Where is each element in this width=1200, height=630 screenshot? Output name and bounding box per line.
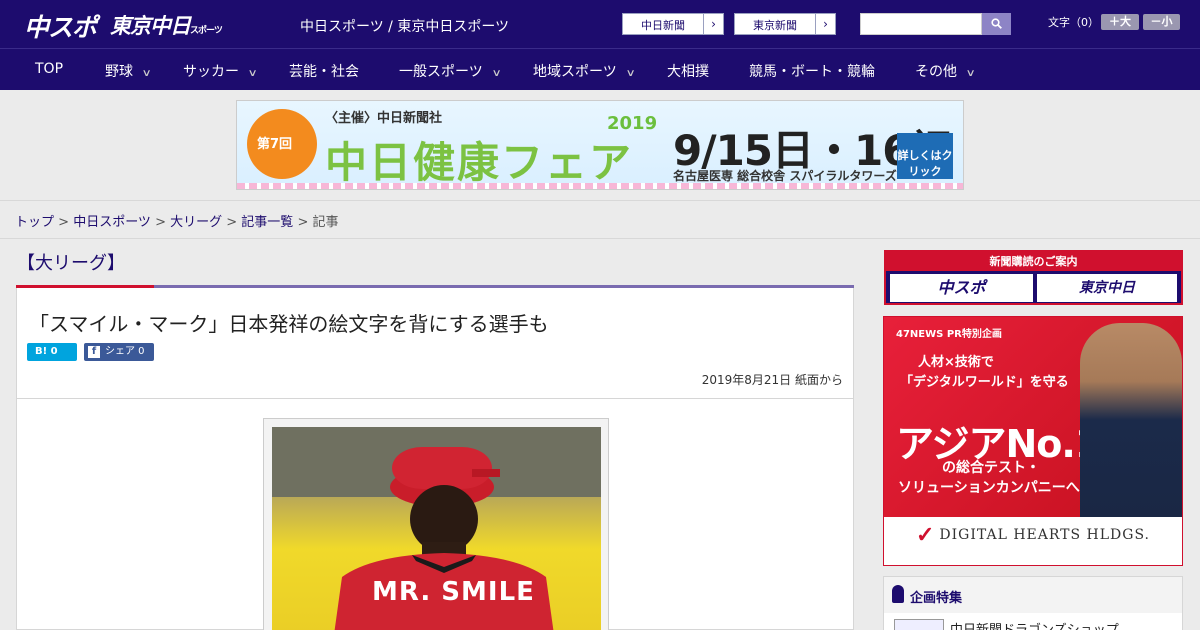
chunichi-shimbun-label: 中日新聞 (641, 19, 685, 32)
font-size-increase-button[interactable]: ＋大 (1101, 14, 1139, 30)
banner-cta-button[interactable]: 詳しくはクリック (897, 133, 953, 179)
banner-badge-text: 第7回 (257, 137, 293, 152)
ad-brand: ✓ DIGITAL HEARTS HLDGS. (884, 522, 1182, 548)
chevron-down-icon: ∨ (247, 68, 258, 79)
article-card: 「スマイル・マーク」日本発祥の絵文字を背にする選手も B! 0 f シェア 0 2… (16, 288, 854, 630)
ad-brand-text: DIGITAL HEARTS HLDGS. (939, 527, 1150, 543)
breadcrumb-separator: > (150, 215, 171, 230)
nav-item-label: 一般スポーツ (399, 64, 483, 80)
ad-line-4: ソリューションカンパニーへ (898, 480, 1080, 496)
nav-item-label: 大相撲 (667, 64, 709, 80)
subscription-heading: 新聞購読のご案内 (886, 252, 1181, 271)
nav-item-soccer[interactable]: サッカー ∨ (183, 61, 258, 81)
nav-item-local-sports[interactable]: 地域スポーツ ∨ (533, 61, 636, 81)
ad-visual: 47NEWS PR特別企画 人材×技術で 「デジタルワールド」を守る アジアNo… (884, 317, 1182, 517)
article-date: 2019年8月21日 紙面から (701, 373, 843, 387)
breadcrumb-separator: > (222, 215, 242, 230)
jersey-text: MR. SMILE (372, 577, 535, 607)
subscribe-chuspo-logo[interactable]: 中スポ (890, 274, 1033, 302)
ad-line-3: の総合テスト・ (942, 460, 1040, 476)
nav-item-label: TOP (35, 61, 64, 77)
chevron-down-icon: ∨ (141, 68, 152, 79)
banner-year: 2019 (607, 113, 658, 134)
nav-item-label: その他 (915, 64, 957, 80)
feature-box: 企画特集 中日新聞ドラゴンズショップ (883, 576, 1183, 630)
article-photo-frame: MR. SMILE (263, 418, 609, 630)
checkmark-logo-icon: ✓ (915, 522, 936, 548)
breadcrumb: トップ > 中日スポーツ > 大リーグ > 記事一覧 > 記事 (0, 200, 1200, 239)
breadcrumb-separator: > (293, 215, 313, 230)
breadcrumb-current: 記事 (312, 215, 339, 230)
subscription-box[interactable]: 新聞購読のご案内 中スポ 東京中日 (884, 250, 1183, 305)
facebook-share-label: シェア 0 (105, 346, 145, 357)
feature-item-link[interactable]: 中日新聞ドラゴンズショップ (950, 619, 1119, 630)
main-nav: TOP 野球 ∨ サッカー ∨ 芸能・社会 一般スポーツ ∨ 地域スポーツ ∨ 大相撲 … (0, 48, 1200, 90)
nav-item-sumo[interactable]: 大相撲 (667, 61, 709, 81)
search-icon (991, 18, 1002, 29)
sidebar-ad[interactable]: 47NEWS PR特別企画 人材×技術で 「デジタルワールド」を守る アジアNo… (883, 316, 1183, 566)
search-button[interactable] (982, 13, 1011, 35)
nav-item-general-sports[interactable]: 一般スポーツ ∨ (399, 61, 502, 81)
banner-venue: 名古屋医専 総合校舎 スパイラルタワーズ (673, 169, 897, 183)
facebook-icon: f (88, 346, 100, 358)
tokyo-chunichi-logo-small: スポーツ (190, 26, 223, 36)
top-bar: 中スポ 東京中日スポーツ 中日スポーツ / 東京中日スポーツ 中日新聞 › 東京… (0, 0, 1200, 48)
feature-thumbnail[interactable] (894, 619, 944, 630)
chevron-down-icon: ∨ (491, 68, 502, 79)
tokyo-chunichi-logo[interactable]: 東京中日スポーツ (110, 10, 223, 40)
subscribe-tokyo-chunichi-logo[interactable]: 東京中日 (1037, 274, 1177, 302)
breadcrumb-separator: > (54, 215, 74, 230)
chevron-down-icon: ∨ (965, 68, 976, 79)
hatena-bookmark-button[interactable]: B! 0 (27, 343, 77, 361)
tokyo-shimbun-label: 東京新聞 (753, 19, 797, 32)
nav-item-label: 競馬・ボート・競輪 (749, 64, 875, 80)
breadcrumb-link-mlb[interactable]: 大リーグ (170, 215, 222, 230)
ad-person-image (1080, 323, 1182, 517)
site-links[interactable]: 中日スポーツ / 東京中日スポーツ (300, 16, 509, 36)
breadcrumb-link-chunichi-sports[interactable]: 中日スポーツ (73, 215, 151, 230)
flower-badge-icon: 第7回 (247, 109, 317, 179)
font-size-decrease-button[interactable]: －小 (1143, 14, 1180, 30)
tokyo-chunichi-logo-text: 東京中日 (110, 14, 191, 38)
ad-line-2: 「デジタルワールド」を守る (900, 375, 1069, 390)
main-content: 【大リーグ】 「スマイル・マーク」日本発祥の絵文字を背にする選手も B! 0 f… (0, 239, 1200, 630)
tokyo-shimbun-link[interactable]: 東京新聞 › (734, 13, 836, 35)
nav-item-label: 芸能・社会 (289, 64, 359, 80)
chunichi-shimbun-link[interactable]: 中日新聞 › (622, 13, 724, 35)
article-title: 「スマイル・マーク」日本発祥の絵文字を背にする選手も (29, 312, 549, 336)
nav-item-baseball[interactable]: 野球 ∨ (105, 61, 152, 81)
feature-heading: 企画特集 (884, 577, 1182, 613)
nav-item-top[interactable]: TOP (35, 61, 63, 77)
breadcrumb-link-article-list[interactable]: 記事一覧 (241, 215, 293, 230)
category-title: 【大リーグ】 (17, 253, 125, 274)
ribbon-icon (892, 585, 904, 603)
ad-pr-label: 47NEWS PR特別企画 (896, 329, 1002, 340)
breadcrumb-link-top[interactable]: トップ (15, 215, 54, 230)
font-size-label: 文字（0） (1048, 16, 1099, 29)
chevron-right-icon: › (815, 14, 835, 34)
nav-item-other[interactable]: その他 ∨ (915, 61, 976, 81)
nav-item-label: 野球 (105, 64, 133, 80)
banner-area: 第7回 〈主催〉中日新聞社 中日健康フェア 2019 9/15日・16祝 名古屋… (0, 90, 1200, 200)
chevron-down-icon: ∨ (625, 68, 636, 79)
nav-item-label: 地域スポーツ (533, 64, 617, 80)
chevron-right-icon: › (703, 14, 723, 34)
ad-line-1: 人材×技術で (918, 355, 994, 370)
nav-item-entertainment[interactable]: 芸能・社会 (289, 61, 359, 81)
chuspo-logo[interactable]: 中スポ (24, 8, 97, 44)
facebook-share-button[interactable]: f シェア 0 (84, 343, 154, 361)
divider (17, 398, 853, 399)
search-input[interactable] (860, 13, 982, 35)
banner-title: 中日健康フェア (325, 138, 634, 187)
banner-stripe (237, 183, 963, 189)
feature-heading-text: 企画特集 (910, 591, 963, 606)
nav-item-racing[interactable]: 競馬・ボート・競輪 (749, 61, 875, 81)
banner-sponsor: 〈主催〉中日新聞社 (325, 111, 443, 126)
health-fair-banner[interactable]: 第7回 〈主催〉中日新聞社 中日健康フェア 2019 9/15日・16祝 名古屋… (236, 100, 964, 190)
article-photo[interactable]: MR. SMILE (272, 427, 601, 630)
nav-item-label: サッカー (183, 64, 239, 80)
